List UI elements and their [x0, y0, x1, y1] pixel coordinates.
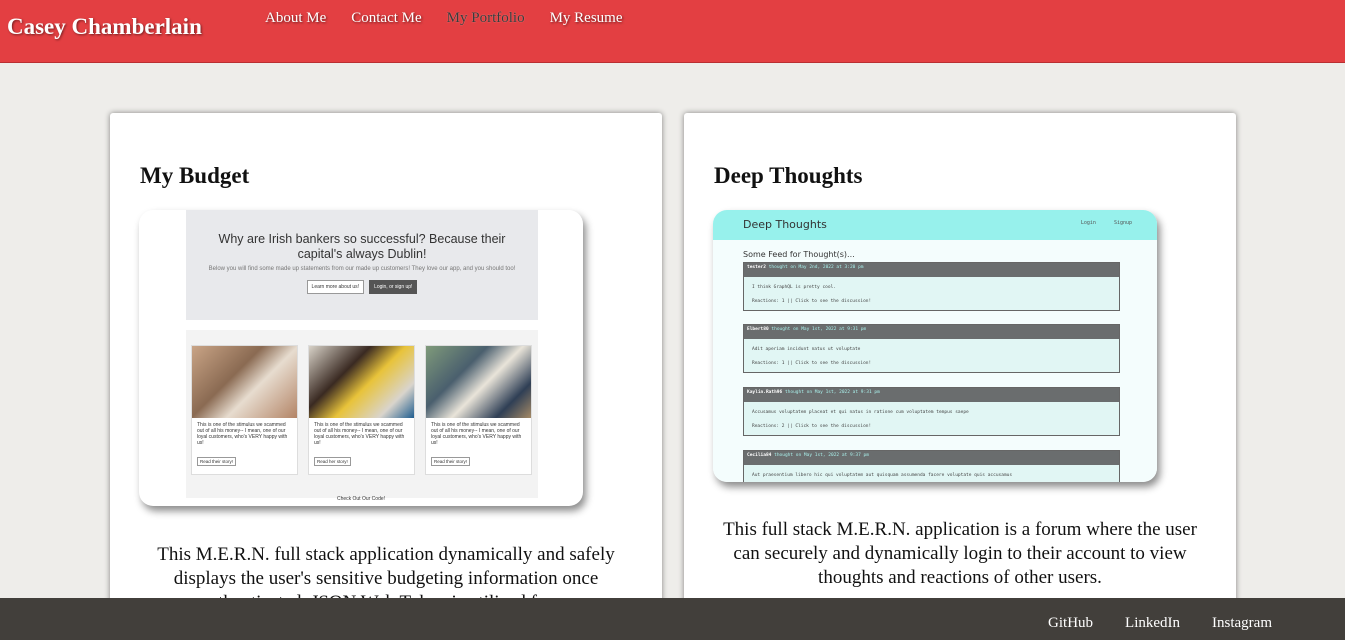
nav-my-resume[interactable]: My Resume [550, 10, 623, 27]
post-user: Cecilia84 [747, 453, 772, 458]
screenshot-learn-more-button: Learn more about us! [306, 280, 365, 294]
project-card-my-budget: My Budget Why are Irish bankers so succe… [110, 113, 662, 613]
screenshot-thought-post: Kaylin.Rath96 thought on May 1st, 2022 a… [743, 387, 1120, 436]
site-footer: GitHub LinkedIn Instagram [0, 598, 1345, 640]
screenshot-thought-post: tester2 thought on May 2nd, 2022 at 3:20… [743, 262, 1120, 311]
footer-instagram-link[interactable]: Instagram [1212, 615, 1272, 632]
screenshot-thought-post: Cecilia84 thought on May 1st, 2022 at 9:… [743, 450, 1120, 482]
footer-links: GitHub LinkedIn Instagram [1048, 615, 1272, 632]
testimonial-text: This is one of the stimulus we scammed o… [431, 422, 522, 446]
screenshot-feed-title: Some Feed for Thought(s)... [743, 250, 855, 259]
post-meta: thought on May 1st, 2022 at 9:31 pm [784, 390, 880, 395]
post-meta: thought on May 2nd, 2022 at 3:20 pm [768, 265, 864, 270]
nav-contact-me[interactable]: Contact Me [351, 10, 421, 27]
testimonial-photo [192, 346, 297, 418]
post-meta: thought on May 1st, 2022 at 9:37 pm [774, 453, 869, 458]
screenshot-feed-area: Some Feed for Thought(s)... tester2 thou… [713, 240, 1157, 482]
post-meta: thought on May 1st, 2022 at 9:31 pm [771, 327, 867, 332]
post-reactions: Reactions: 1 || Click to see the discuss… [752, 299, 872, 304]
main-nav: About Me Contact Me My Portfolio My Resu… [265, 10, 623, 27]
screenshot-thought-post: Elbert80 thought on May 1st, 2022 at 9:3… [743, 324, 1120, 373]
post-reactions [744, 478, 1119, 482]
site-header: Casey Chamberlain About Me Contact Me My… [0, 0, 1345, 63]
screenshot-app-title: Deep Thoughts [743, 218, 827, 231]
post-user: Kaylin.Rath96 [747, 390, 783, 395]
nav-my-portfolio[interactable]: My Portfolio [447, 10, 525, 27]
post-body: Adit aperiam incidunt natus ut voluptate [752, 347, 861, 352]
project-title: Deep Thoughts [714, 163, 863, 188]
screenshot-footer: Check Out Our Code! [336, 496, 386, 502]
screenshot-testimonial-grid: This is one of the stimulus we scammed o… [186, 330, 538, 498]
project-description: This full stack M.E.R.N. application is … [723, 519, 1197, 588]
site-brand[interactable]: Casey Chamberlain [7, 14, 202, 40]
testimonial-photo [426, 346, 531, 418]
post-reactions: Reactions: 1 || Click to see the discuss… [752, 361, 872, 366]
footer-github-link[interactable]: GitHub [1048, 615, 1093, 632]
project-screenshot[interactable]: Why are Irish bankers so successful? Bec… [139, 210, 583, 506]
project-screenshot[interactable]: Deep Thoughts Login Signup Some Feed for… [713, 210, 1157, 482]
screenshot-signup-link: Signup [1113, 220, 1132, 226]
post-user: tester2 [747, 265, 766, 270]
footer-linkedin-link[interactable]: LinkedIn [1125, 615, 1180, 632]
testimonial-text: This is one of the stimulus we scammed o… [197, 422, 288, 446]
post-user: Elbert80 [747, 327, 769, 332]
screenshot-testimonial-card: This is one of the stimulus we scammed o… [191, 345, 298, 475]
testimonial-button: Read her story! [314, 457, 351, 466]
screenshot-testimonial-card: This is one of the stimulus we scammed o… [308, 345, 415, 475]
post-reactions: Reactions: 2 || Click to see the discuss… [752, 424, 872, 429]
screenshot-app-header: Deep Thoughts Login Signup [713, 210, 1157, 240]
screenshot-login-link: Login [1080, 220, 1096, 226]
screenshot-hero-text: Why are Irish bankers so successful? Bec… [218, 232, 506, 261]
project-card-deep-thoughts: Deep Thoughts Deep Thoughts Login Signup… [684, 113, 1236, 613]
testimonial-button: Read their story! [197, 457, 237, 466]
screenshot-hero: Why are Irish bankers so successful? Bec… [186, 210, 538, 320]
testimonial-button: Read their story! [431, 457, 471, 466]
testimonial-photo [309, 346, 414, 418]
nav-about-me[interactable]: About Me [265, 10, 326, 27]
post-body: Aut praesentium libero hic qui voluptate… [752, 473, 1013, 478]
screenshot-login-button: Login, or sign up! [369, 280, 418, 294]
screenshot-testimonial-card: This is one of the stimulus we scammed o… [425, 345, 532, 475]
post-body: I think GraphQL is pretty cool. [752, 285, 836, 290]
testimonial-text: This is one of the stimulus we scammed o… [314, 422, 405, 446]
screenshot-hero-subtext: Below you will find some made up stateme… [208, 266, 516, 272]
project-title: My Budget [140, 163, 250, 188]
post-body: Accusamus voluptatem placeat et qui natu… [752, 410, 969, 415]
